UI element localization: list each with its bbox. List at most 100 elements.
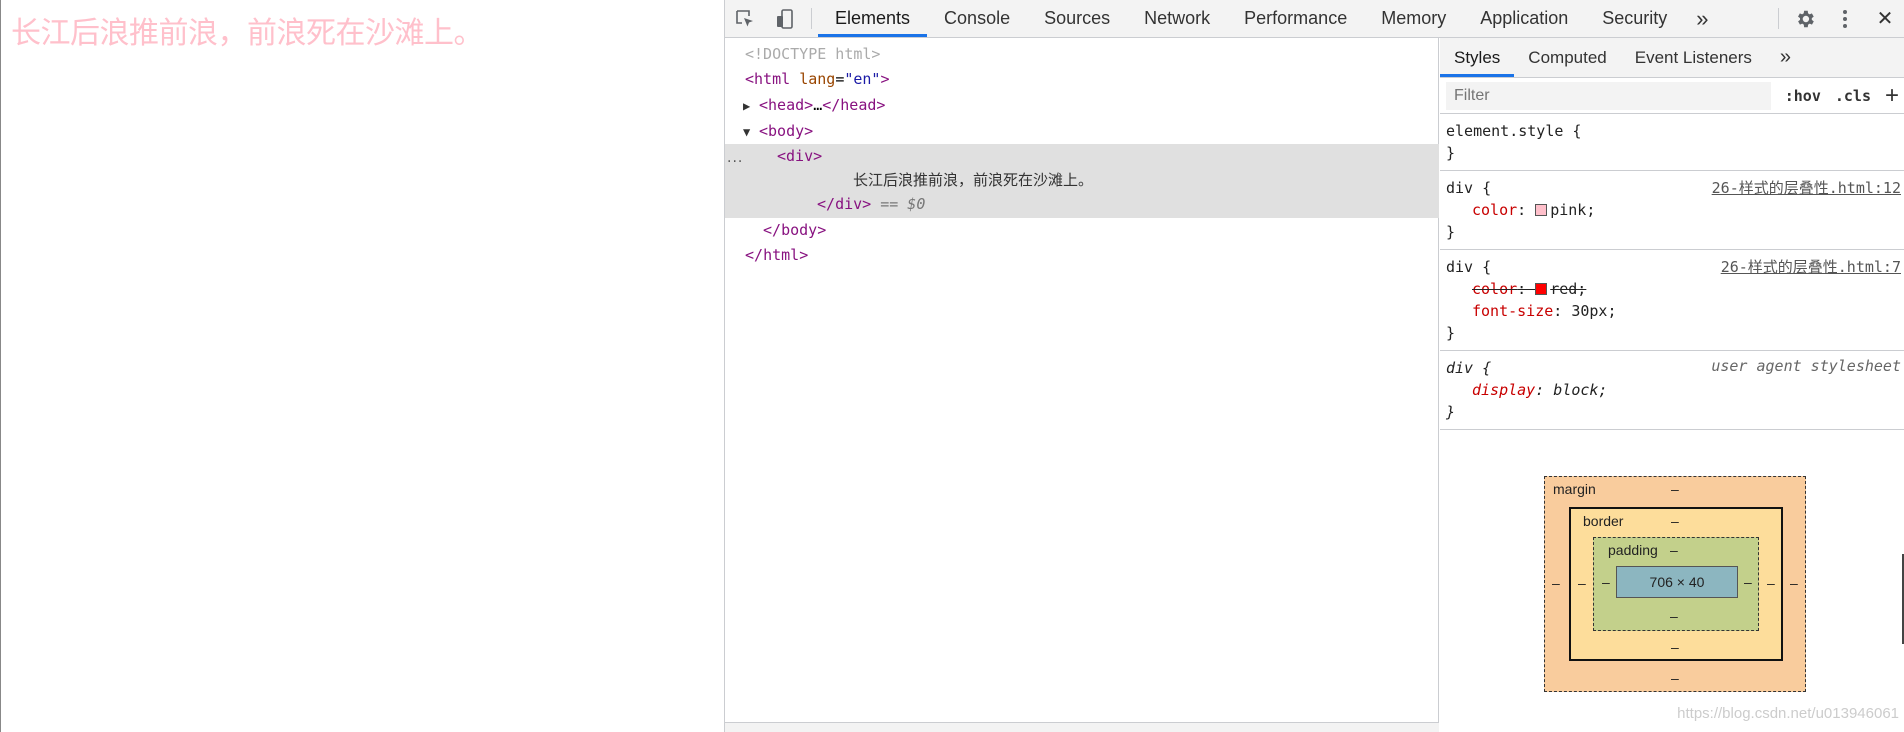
rule-source-link[interactable]: 26-样式的层叠性.html:7 bbox=[1721, 256, 1901, 277]
css-property: display: block; bbox=[1446, 379, 1899, 401]
padding-top-value[interactable]: – bbox=[1670, 542, 1678, 558]
head-line[interactable]: ▶ <head>…</head> bbox=[743, 93, 885, 118]
margin-bottom-value[interactable]: – bbox=[1671, 670, 1679, 686]
tag-bracket: </ bbox=[763, 221, 782, 239]
tab-console[interactable]: Console bbox=[927, 0, 1027, 37]
body-tag-name: body bbox=[768, 122, 805, 140]
html-close-line[interactable]: </html> bbox=[745, 243, 808, 268]
padding-right-value[interactable]: – bbox=[1744, 574, 1752, 590]
new-style-rule-icon[interactable]: + bbox=[1885, 82, 1899, 110]
tag-bracket: </ bbox=[817, 195, 836, 213]
colon: : bbox=[1517, 201, 1536, 219]
padding-left-value[interactable]: – bbox=[1602, 574, 1610, 590]
page-div-text: 长江后浪推前浪，前浪死在沙滩上。 bbox=[11, 16, 484, 51]
kebab-icon[interactable] bbox=[1825, 0, 1865, 37]
css-property[interactable]: font-size: 30px; bbox=[1446, 300, 1899, 322]
doctype-line[interactable]: <!DOCTYPE html> bbox=[745, 42, 880, 67]
colon: : bbox=[1553, 302, 1572, 320]
selected-node-marker: == $0 bbox=[880, 195, 926, 213]
tag-bracket: < bbox=[759, 122, 769, 140]
devtools-panel: Elements Console Sources Network Perform… bbox=[724, 0, 1904, 732]
css-property-overridden[interactable]: color: red; bbox=[1446, 278, 1899, 300]
box-model-margin[interactable]: margin – – – – border – – – – padding – … bbox=[1544, 476, 1806, 692]
tag-bracket: > bbox=[804, 122, 814, 140]
attr-equals: = bbox=[835, 70, 845, 88]
cls-toggle[interactable]: .cls bbox=[1835, 87, 1871, 105]
tab-styles[interactable]: Styles bbox=[1440, 38, 1515, 77]
rule-source-link[interactable]: 26-样式的层叠性.html:12 bbox=[1712, 177, 1901, 198]
padding-bottom-value[interactable]: – bbox=[1670, 608, 1678, 624]
body-open-line[interactable]: ▼ <body> bbox=[743, 119, 813, 144]
rule-element-style[interactable]: element.style { } bbox=[1440, 114, 1904, 171]
head-collapsed-ellipsis[interactable]: … bbox=[813, 96, 822, 114]
property-name: font-size bbox=[1472, 302, 1554, 320]
styles-filter-input[interactable] bbox=[1446, 81, 1771, 110]
more-tabs-icon[interactable]: » bbox=[1684, 0, 1720, 37]
div-text-node[interactable]: 长江后浪推前浪，前浪死在沙滩上。 bbox=[853, 168, 1093, 193]
tab-application[interactable]: Application bbox=[1463, 0, 1585, 37]
tab-security[interactable]: Security bbox=[1585, 0, 1684, 37]
div-tag-name: div bbox=[786, 147, 814, 165]
margin-top-value[interactable]: – bbox=[1671, 481, 1679, 497]
box-model-diagram: margin – – – – border – – – – padding – … bbox=[1544, 476, 1806, 692]
color-swatch-icon[interactable] bbox=[1535, 283, 1548, 295]
tab-network[interactable]: Network bbox=[1127, 0, 1227, 37]
rule-user-agent[interactable]: user agent stylesheet div { display: blo… bbox=[1440, 351, 1904, 430]
inspect-element-icon[interactable] bbox=[725, 0, 765, 37]
breadcrumb-bar[interactable] bbox=[725, 722, 1439, 732]
margin-right-value[interactable]: – bbox=[1790, 575, 1798, 591]
dom-tree[interactable]: ··· <!DOCTYPE html> <html lang="en"> ▶ < h… bbox=[725, 38, 1439, 732]
html-close-tag-name: html bbox=[763, 246, 800, 264]
tag-bracket: > bbox=[876, 96, 886, 114]
margin-left-value[interactable]: – bbox=[1552, 575, 1560, 591]
border-left-value[interactable]: – bbox=[1578, 575, 1586, 591]
property-value[interactable]: red; bbox=[1550, 280, 1586, 298]
rule-close-brace: } bbox=[1446, 324, 1456, 342]
css-property[interactable]: color: pink; bbox=[1446, 199, 1899, 221]
border-bottom-value[interactable]: – bbox=[1671, 639, 1679, 655]
color-swatch-icon[interactable] bbox=[1535, 204, 1548, 216]
box-model-content-size[interactable]: 706 × 40 bbox=[1616, 566, 1738, 598]
border-right-value[interactable]: – bbox=[1767, 575, 1775, 591]
border-top-value[interactable]: – bbox=[1671, 513, 1679, 529]
margin-label: margin bbox=[1553, 481, 1596, 497]
tab-performance[interactable]: Performance bbox=[1227, 0, 1364, 37]
collapse-triangle-icon[interactable]: ▼ bbox=[743, 120, 759, 145]
styles-sidebar: Styles Computed Event Listeners » :hov .… bbox=[1440, 38, 1904, 732]
expand-triangle-icon[interactable]: ▶ bbox=[743, 94, 759, 119]
div-close-line[interactable]: </div> == $0 bbox=[817, 192, 925, 217]
box-model-padding[interactable]: padding – – – – 706 × 40 bbox=[1593, 537, 1759, 631]
hov-toggle[interactable]: :hov bbox=[1785, 87, 1821, 105]
body-close-line[interactable]: </body> bbox=[763, 218, 826, 243]
html-open-line[interactable]: <html lang="en"> bbox=[745, 67, 890, 92]
div-open-line[interactable]: <div> bbox=[777, 144, 822, 169]
property-value[interactable]: pink; bbox=[1550, 201, 1595, 219]
rule-close-brace: } bbox=[1446, 144, 1456, 162]
tag-bracket: </ bbox=[822, 96, 841, 114]
node-actions-icon[interactable]: ··· bbox=[727, 154, 743, 170]
tab-memory[interactable]: Memory bbox=[1364, 0, 1463, 37]
tab-elements[interactable]: Elements bbox=[818, 0, 928, 37]
rule-div-pink[interactable]: 26-样式的层叠性.html:12 div { color: pink; } bbox=[1440, 171, 1904, 250]
gear-icon[interactable] bbox=[1785, 0, 1825, 37]
watermark: https://blog.csdn.net/u013946061 bbox=[1677, 705, 1899, 722]
device-toolbar-icon[interactable] bbox=[765, 0, 805, 37]
div-close-tag-name: div bbox=[835, 195, 863, 213]
rule-div-red[interactable]: 26-样式的层叠性.html:7 div { color: red; font-… bbox=[1440, 250, 1904, 351]
tab-computed[interactable]: Computed bbox=[1514, 38, 1620, 77]
tab-sources[interactable]: Sources bbox=[1027, 0, 1127, 37]
tab-event-listeners[interactable]: Event Listeners bbox=[1621, 38, 1766, 77]
property-value[interactable]: 30px; bbox=[1571, 302, 1616, 320]
head-tag-name: head bbox=[768, 96, 805, 114]
head-close-tag-name: head bbox=[840, 96, 877, 114]
sidebar-more-tabs-icon[interactable]: » bbox=[1766, 38, 1805, 77]
close-icon[interactable]: ✕ bbox=[1865, 0, 1904, 37]
doctype-text: <!DOCTYPE html> bbox=[745, 45, 881, 63]
tag-bracket: > bbox=[880, 70, 890, 88]
tag-bracket: > bbox=[862, 195, 872, 213]
property-value: block; bbox=[1553, 381, 1608, 399]
tag-bracket: > bbox=[817, 221, 827, 239]
box-model-border[interactable]: border – – – – padding – – – – 706 × 40 bbox=[1569, 507, 1783, 661]
styles-filter-row: :hov .cls + bbox=[1440, 78, 1904, 114]
html-attr-value: "en" bbox=[844, 70, 881, 88]
